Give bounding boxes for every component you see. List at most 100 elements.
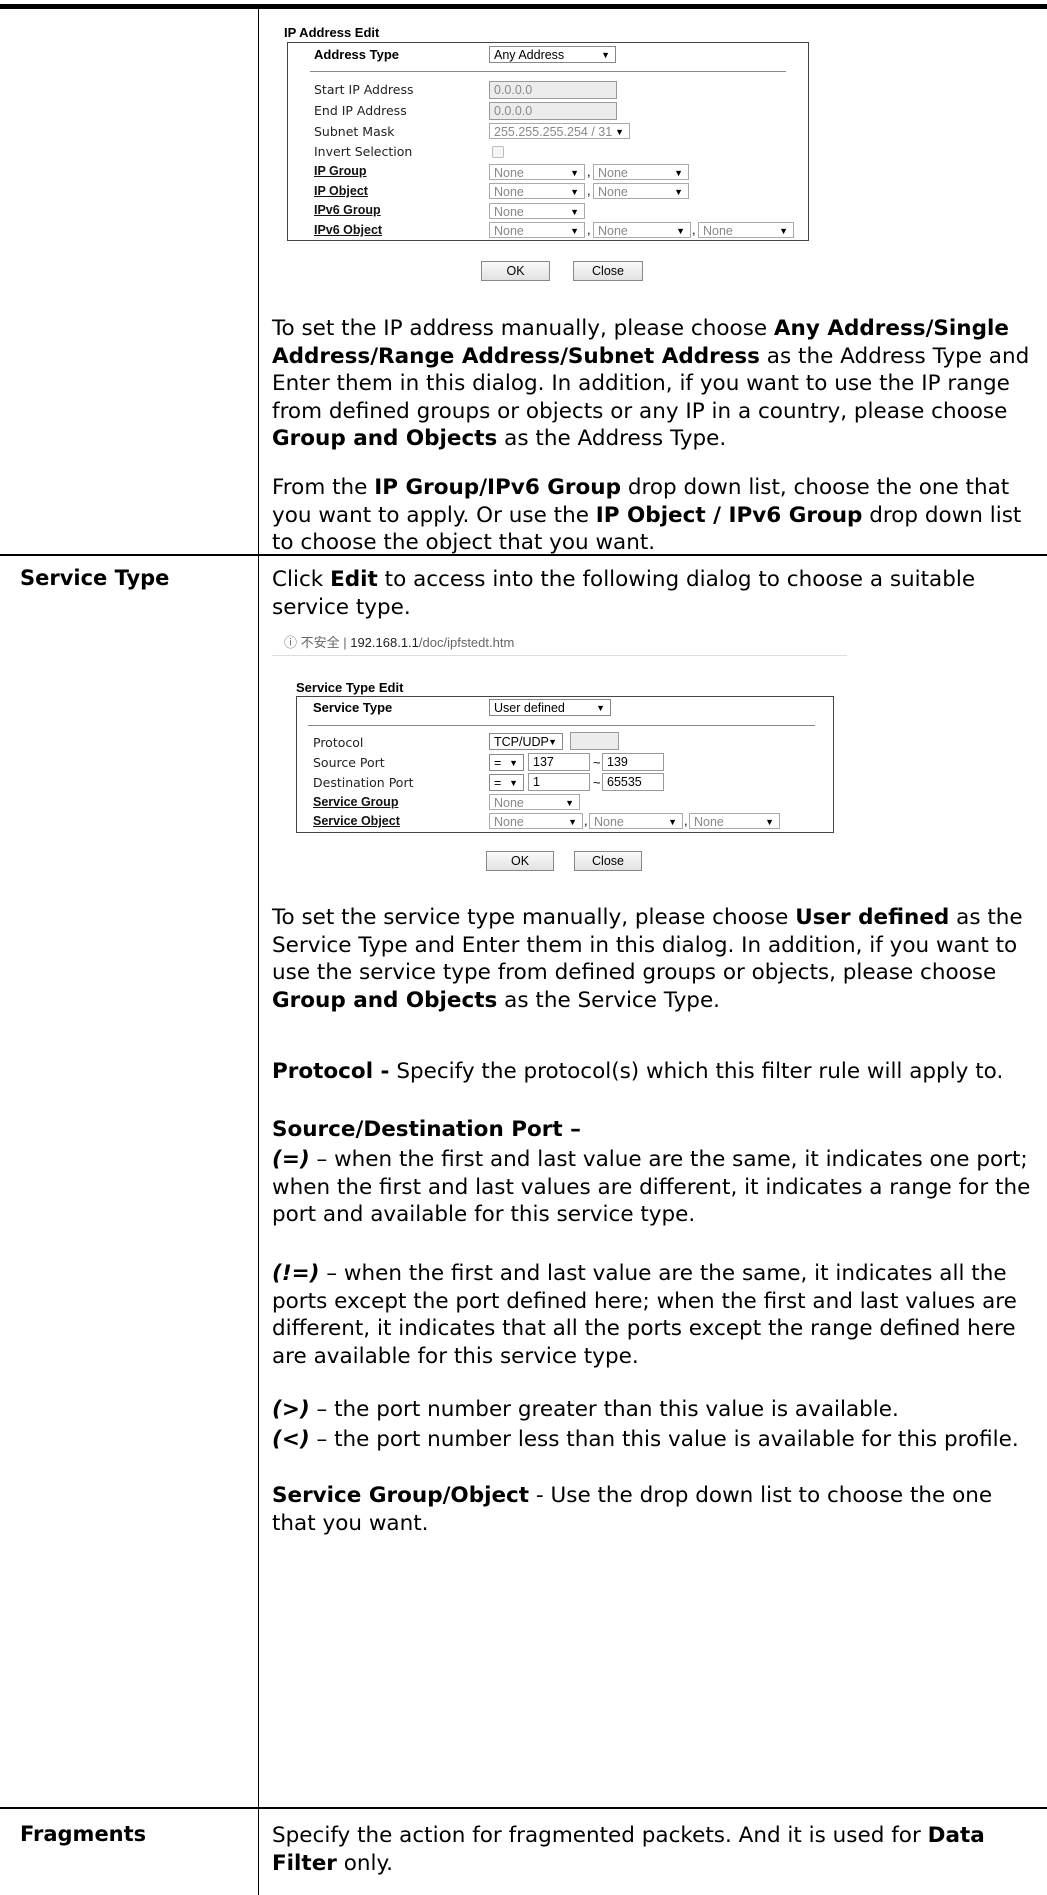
ipv6-object-link[interactable]: IPv6 Object: [314, 223, 382, 237]
text-bold: Group and Objects: [272, 987, 498, 1013]
chevron-down-icon: ▼: [596, 703, 605, 713]
ip-group-select-2[interactable]: None ▼: [593, 164, 689, 180]
text: – the port number less than this value i…: [309, 1427, 1019, 1452]
text-bold-italic: (>): [272, 1397, 310, 1422]
service-type-intro: Click Edit to access into the following …: [272, 566, 1042, 621]
chevron-down-icon: ▼: [570, 168, 579, 178]
chevron-down-icon: ▼: [674, 168, 683, 178]
dialog-separator: [308, 725, 815, 726]
svc-close-button[interactable]: Close: [574, 851, 642, 871]
protocol-paragraph: Protocol - Specify the protocol(s) which…: [272, 1058, 1042, 1086]
destination-port-operator-select[interactable]: = ▼: [489, 774, 524, 791]
chevron-down-icon: ▼: [601, 50, 610, 60]
service-object-select-2[interactable]: None ▼: [589, 813, 683, 829]
comma-separator: ,: [692, 222, 696, 237]
select-value: None: [494, 205, 524, 219]
text-bold: Service Group/Object: [272, 1483, 530, 1508]
ipv6-group-select[interactable]: None ▼: [489, 203, 585, 219]
protocol-label: Protocol: [313, 735, 364, 750]
text-bold-italic: (!=): [272, 1261, 320, 1286]
chevron-down-icon: ▼: [570, 226, 579, 236]
protocol-select[interactable]: TCP/UDP ▼: [489, 733, 563, 750]
destination-port-end-input[interactable]: 65535: [602, 773, 664, 791]
start-ip-input[interactable]: 0.0.0.0: [489, 81, 617, 99]
select-value: None: [494, 185, 524, 199]
address-type-select[interactable]: Any Address ▼: [489, 46, 616, 63]
address-type-value: Any Address: [494, 48, 565, 62]
ipv6-object-select-3[interactable]: None ▼: [698, 222, 794, 238]
ipv6-object-select-2[interactable]: None ▼: [593, 222, 691, 238]
ip-close-button[interactable]: Close: [573, 261, 643, 281]
service-group-link[interactable]: Service Group: [313, 795, 398, 809]
text: To set the IP address manually, please c…: [272, 316, 774, 341]
source-port-label: Source Port: [313, 755, 385, 770]
protocol-value: TCP/UDP: [494, 735, 549, 749]
ip-group-paragraph: From the IP Group/IPv6 Group drop down l…: [272, 474, 1042, 557]
subnet-mask-label: Subnet Mask: [314, 124, 395, 139]
select-value: None: [494, 166, 524, 180]
text: as the Service Type.: [497, 987, 721, 1013]
chevron-down-icon: ▼: [568, 817, 577, 827]
ip-instruction-paragraph: To set the IP address manually, please c…: [272, 315, 1042, 453]
comma-separator: ,: [584, 813, 588, 828]
url-bar-underline: [272, 655, 847, 656]
ip-object-select-2[interactable]: None ▼: [593, 183, 689, 199]
svc-ok-button[interactable]: OK: [486, 851, 554, 871]
comma-separator: ,: [587, 183, 591, 198]
text-bold: Edit: [330, 567, 378, 592]
tilde-separator: ~: [593, 775, 601, 790]
comma-separator: ,: [587, 164, 591, 179]
end-ip-input[interactable]: 0.0.0.0: [489, 102, 617, 120]
text-bold: Protocol -: [272, 1059, 390, 1084]
service-object-link[interactable]: Service Object: [313, 814, 400, 828]
source-port-end-input[interactable]: 139: [602, 753, 664, 771]
chevron-down-icon: ▼: [565, 798, 574, 808]
text-bold-italic: (=): [272, 1147, 310, 1172]
ip-object-select-1[interactable]: None ▼: [489, 183, 585, 199]
source-port-operator-select[interactable]: = ▼: [489, 754, 524, 771]
ip-group-link[interactable]: IP Group: [314, 164, 367, 178]
url-host: 192.168.1.1: [350, 635, 419, 650]
ipv6-group-link[interactable]: IPv6 Group: [314, 203, 381, 217]
ip-object-link[interactable]: IP Object: [314, 184, 368, 198]
service-type-label: Service Type: [313, 700, 393, 715]
chevron-down-icon: ▼: [676, 226, 685, 236]
invert-selection-checkbox[interactable]: [492, 146, 504, 158]
ip-ok-button[interactable]: OK: [481, 261, 550, 281]
chevron-down-icon: ▼: [765, 817, 774, 827]
chevron-down-icon: ▼: [509, 778, 518, 788]
not-equal-operator-paragraph: (!=) – when the first and last value are…: [272, 1260, 1042, 1370]
service-group-select[interactable]: None ▼: [489, 794, 580, 810]
destination-port-label: Destination Port: [313, 775, 414, 790]
destination-port-start-input[interactable]: 1: [528, 773, 590, 791]
protocol-number-input[interactable]: [570, 732, 619, 750]
ip-group-select-1[interactable]: None ▼: [489, 164, 585, 180]
browser-url-bar[interactable]: ⓘ 不安全 | 192.168.1.1/doc/ipfstedt.htm: [284, 632, 514, 651]
fragments-row-label: Fragments: [20, 1822, 147, 1846]
table-top-border: [0, 4, 1047, 9]
security-indicator: ⓘ 不安全 |: [284, 635, 351, 650]
text: only.: [336, 1850, 393, 1876]
comma-separator: ,: [684, 813, 688, 828]
svc-dialog-title: Service Type Edit: [296, 680, 404, 695]
text: Click: [272, 567, 331, 592]
service-type-select[interactable]: User defined ▼: [489, 699, 611, 716]
select-value: None: [494, 796, 524, 810]
chevron-down-icon: ▼: [615, 127, 624, 137]
text: to access into the following dialog to c…: [272, 567, 976, 620]
source-port-start-input[interactable]: 137: [528, 753, 590, 771]
ipv6-object-select-1[interactable]: None ▼: [489, 222, 585, 238]
subnet-mask-select[interactable]: 255.255.255.254 / 31 ▼: [489, 123, 630, 139]
service-object-select-1[interactable]: None ▼: [489, 813, 583, 829]
text: – when the first and last value are the …: [272, 1147, 1031, 1227]
subnet-mask-value: 255.255.255.254 / 31: [494, 125, 613, 139]
fragments-paragraph: Specify the action for fragmented packet…: [272, 1822, 1042, 1877]
service-object-select-3[interactable]: None ▼: [689, 813, 780, 829]
url-path: /doc/ipfstedt.htm: [418, 635, 515, 650]
row-divider: [0, 1807, 1047, 1809]
chevron-down-icon: ▼: [509, 758, 518, 768]
start-ip-label: Start IP Address: [314, 82, 414, 97]
text: From the: [272, 475, 375, 500]
select-value: None: [494, 815, 524, 829]
greater-operator-paragraph: (>) – the port number greater than this …: [272, 1396, 1042, 1424]
